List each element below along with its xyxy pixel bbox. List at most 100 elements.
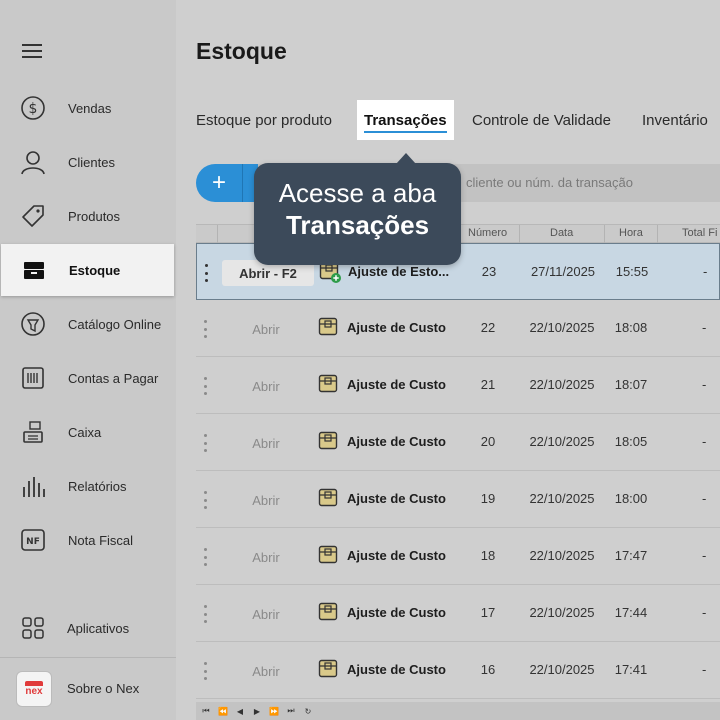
sidebar-item-label: Vendas (68, 100, 112, 116)
prev-page-fast-button[interactable]: ⏪ (217, 707, 229, 716)
table-row[interactable]: Abrir Ajuste de Custo 20 22/10/2025 18:05 - (196, 414, 720, 471)
table-row[interactable]: Abrir Ajuste de Custo 22 22/10/2025 18:08 - (196, 300, 720, 357)
col-data[interactable]: Data (550, 227, 573, 239)
open-button[interactable]: Abrir (220, 601, 312, 627)
next-page-fast-button[interactable]: ⏩ (268, 707, 280, 716)
transaction-total: - (703, 264, 708, 279)
open-button[interactable]: Abrir (220, 430, 312, 456)
transaction-date: 22/10/2025 (529, 377, 595, 392)
row-menu-icon[interactable] (202, 377, 208, 395)
sidebar-item-label: Catálogo Online (68, 316, 162, 332)
search-placeholder: cliente ou núm. da transação (466, 175, 633, 190)
menu-icon[interactable] (22, 44, 44, 62)
main-content: Estoque Estoque por produto Transações C… (176, 0, 720, 720)
box-icon (21, 257, 47, 283)
sidebar-item-label: Clientes (68, 154, 115, 170)
stock-adjust-icon (318, 431, 338, 451)
tooltip-arrow (396, 153, 416, 164)
tooltip-line2: Transações (285, 210, 430, 240)
tab-estoque-por-produto[interactable]: Estoque por produto (189, 100, 339, 140)
col-hora[interactable]: Hora (619, 227, 643, 239)
tag-icon (20, 203, 46, 229)
sidebar-item-label: Aplicativos (67, 620, 130, 636)
last-page-button[interactable]: ⏭ (285, 706, 297, 716)
transaction-number: 20 (480, 434, 496, 449)
sidebar-item-contas[interactable]: Contas a Pagar (0, 352, 176, 404)
stock-adjust-icon (318, 317, 338, 337)
user-icon (20, 149, 46, 175)
transaction-date: 22/10/2025 (529, 662, 595, 677)
transaction-total: - (702, 605, 707, 620)
open-button[interactable]: Abrir (220, 316, 312, 342)
sidebar-item-produtos[interactable]: Produtos (0, 190, 176, 242)
transaction-type: Ajuste de Custo (347, 605, 446, 620)
transaction-type: Ajuste de Custo (347, 377, 446, 392)
row-menu-icon[interactable] (203, 264, 209, 282)
sidebar-item-label: Estoque (69, 262, 121, 278)
open-button[interactable]: Abrir (220, 373, 312, 399)
row-menu-icon[interactable] (202, 434, 208, 452)
transaction-number: 16 (480, 662, 496, 677)
nf-icon: NF (20, 527, 46, 553)
transaction-type: Ajuste de Esto... (348, 264, 450, 279)
sidebar-item-catalogo[interactable]: Catálogo Online (0, 298, 176, 350)
pager: ⏮ ⏪ ◀ ▶ ⏩ ⏭ ↻ (196, 702, 720, 720)
sidebar-item-vendas[interactable]: $ Vendas (0, 82, 176, 134)
sidebar-item-estoque[interactable]: Estoque (1, 244, 174, 296)
next-page-button[interactable]: ▶ (251, 707, 263, 716)
sidebar-item-clientes[interactable]: Clientes (0, 136, 176, 188)
divider (0, 657, 176, 658)
transaction-type: Ajuste de Custo (347, 662, 446, 677)
transaction-number: 19 (480, 491, 496, 506)
prev-page-button[interactable]: ◀ (234, 707, 246, 716)
first-page-button[interactable]: ⏮ (200, 706, 212, 716)
table-row[interactable]: Abrir Ajuste de Custo 17 22/10/2025 17:44 - (196, 585, 720, 642)
sidebar-item-label: Contas a Pagar (68, 370, 159, 386)
svg-text:NF: NF (26, 537, 40, 547)
transaction-time: 18:00 (614, 491, 648, 506)
refresh-button[interactable]: ↻ (302, 707, 314, 716)
stock-adjust-icon (318, 602, 338, 622)
row-menu-icon[interactable] (202, 548, 208, 566)
table-row[interactable]: Abrir Ajuste de Custo 18 22/10/2025 17:47 - (196, 528, 720, 585)
row-menu-icon[interactable] (202, 662, 208, 680)
transaction-number: 18 (480, 548, 496, 563)
open-button[interactable]: Abrir (220, 544, 312, 570)
col-numero[interactable]: Número (468, 227, 507, 239)
sidebar-item-relatorios[interactable]: Relatórios (0, 460, 176, 512)
transaction-number: 23 (481, 264, 497, 279)
transaction-number: 22 (480, 320, 496, 335)
table-row[interactable]: Abrir Ajuste de Custo 21 22/10/2025 18:07 - (196, 357, 720, 414)
transaction-date: 22/10/2025 (529, 491, 595, 506)
transaction-total: - (702, 434, 707, 449)
transaction-date: 27/11/2025 (530, 264, 596, 279)
stock-adjust-icon (318, 374, 338, 394)
transaction-date: 22/10/2025 (529, 434, 595, 449)
sidebar-item-aplicativos[interactable]: Aplicativos (0, 602, 176, 654)
transaction-total: - (702, 491, 707, 506)
tab-transacoes[interactable]: Transações (357, 100, 454, 140)
transaction-type: Ajuste de Custo (347, 491, 446, 506)
transaction-time: 17:44 (614, 605, 648, 620)
tab-controle-validade[interactable]: Controle de Validade (465, 100, 618, 140)
row-menu-icon[interactable] (202, 320, 208, 338)
sidebar-item-caixa[interactable]: Caixa (0, 406, 176, 458)
add-button[interactable]: + (196, 164, 242, 202)
transaction-time: 18:05 (614, 434, 648, 449)
col-total[interactable]: Total Fi (682, 227, 717, 239)
bar-chart-icon (20, 473, 46, 499)
transaction-type: Ajuste de Custo (347, 434, 446, 449)
transaction-date: 22/10/2025 (529, 320, 595, 335)
row-menu-icon[interactable] (202, 605, 208, 623)
table-row[interactable]: Abrir Ajuste de Custo 16 22/10/2025 17:41 - (196, 642, 720, 699)
sidebar-item-nota-fiscal[interactable]: NF Nota Fiscal (0, 514, 176, 566)
sidebar: $ Vendas Clientes Produtos Estoque Catál… (0, 0, 176, 720)
open-button[interactable]: Abrir (220, 658, 312, 684)
svg-text:$: $ (29, 101, 38, 117)
sidebar-item-label: Caixa (68, 424, 102, 440)
sidebar-item-label: Produtos (68, 208, 121, 224)
table-row[interactable]: Abrir Ajuste de Custo 19 22/10/2025 18:00 - (196, 471, 720, 528)
tab-inventario[interactable]: Inventário (635, 100, 715, 140)
open-button[interactable]: Abrir (220, 487, 312, 513)
row-menu-icon[interactable] (202, 491, 208, 509)
